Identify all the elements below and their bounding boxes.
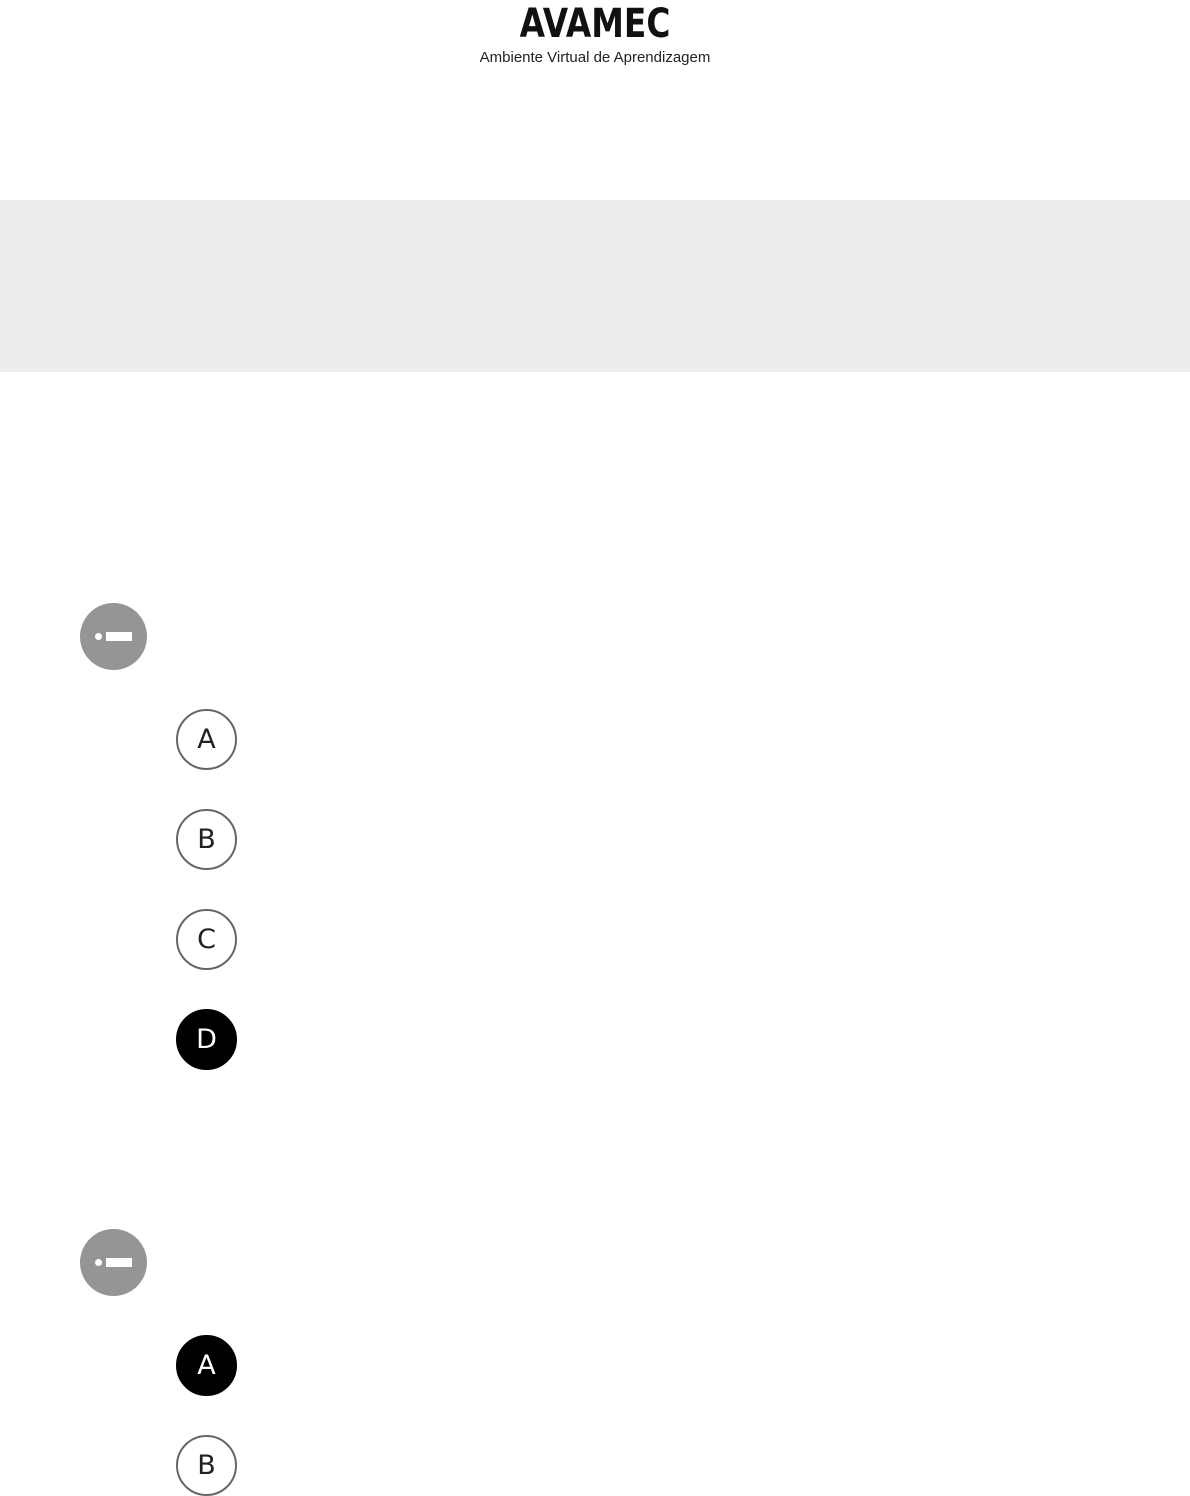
site-logo[interactable]: AVAMEC Ambiente Virtual de Aprendizagem <box>0 0 1190 68</box>
question-1-option-d[interactable]: D <box>176 1009 237 1070</box>
question-1-option-c[interactable]: C <box>176 909 237 970</box>
marker-bar <box>106 632 132 641</box>
marker-dot <box>95 633 102 640</box>
question-2-marker-icon <box>80 1229 147 1296</box>
question-1-marker-icon <box>80 603 147 670</box>
question-2-option-a[interactable]: A <box>176 1335 237 1396</box>
marker-dot <box>95 1259 102 1266</box>
header-banner <box>0 200 1190 372</box>
logo-wordmark: AVAMEC <box>519 1 671 47</box>
question-2-option-b[interactable]: B <box>176 1435 237 1496</box>
marker-bar <box>106 1258 132 1267</box>
logo-subtitle: Ambiente Virtual de Aprendizagem <box>479 49 711 66</box>
question-1-option-b[interactable]: B <box>176 809 237 870</box>
question-1-option-a[interactable]: A <box>176 709 237 770</box>
